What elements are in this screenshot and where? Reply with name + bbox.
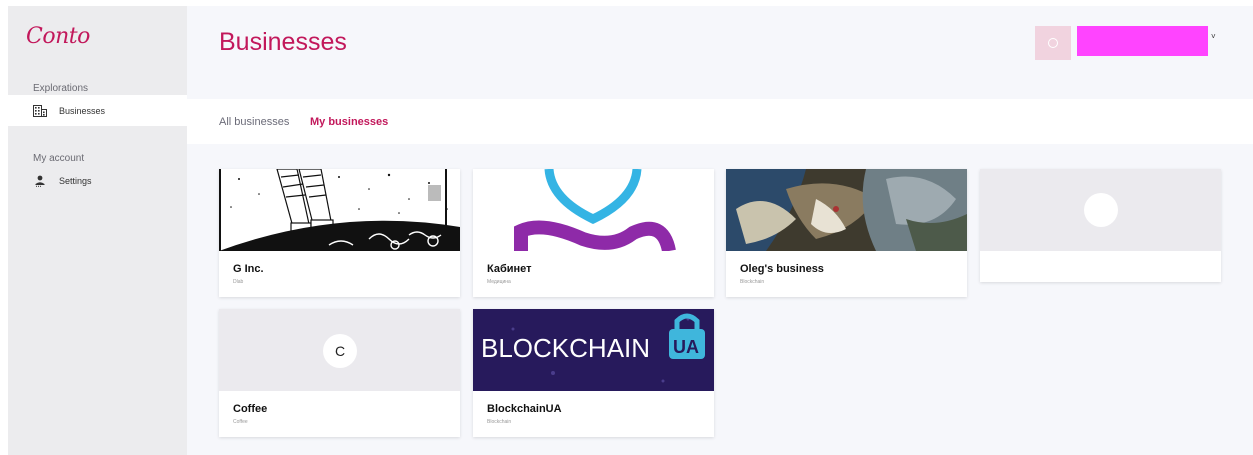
business-card-kabinet[interactable]: Кабинет Медицина xyxy=(473,169,714,297)
logo[interactable]: Conto xyxy=(26,24,90,49)
business-name: Oleg's business xyxy=(740,263,824,275)
person-icon xyxy=(33,175,47,187)
page-title: Businesses xyxy=(219,28,347,56)
business-category: Blockchain xyxy=(487,419,512,425)
business-name: G Inc. xyxy=(233,263,264,275)
business-category: Coffee xyxy=(233,419,248,425)
tabs-bar: All businesses My businesses xyxy=(187,99,1253,144)
business-grid: G Inc. Dlab Кабинет Медицина Oleg's busi… xyxy=(187,144,1253,455)
business-category: Dlab xyxy=(233,279,244,285)
user-name-redacted[interactable] xyxy=(1077,26,1208,56)
business-category: Blockchain xyxy=(740,279,765,285)
purple-logo-thumb xyxy=(473,169,714,251)
letter-avatar: C xyxy=(323,334,357,368)
banner-text: BLOCKCHAIN xyxy=(481,333,650,363)
avatar-ring-icon xyxy=(1048,38,1058,48)
avatar[interactable] xyxy=(1035,26,1071,60)
placeholder-thumb xyxy=(980,169,1221,251)
blockchain-banner-thumb: BLOCKCHAIN UA xyxy=(473,309,714,391)
tab-my-businesses[interactable]: My businesses xyxy=(310,116,388,128)
business-name: Coffee xyxy=(233,403,268,415)
sidebar-item-settings[interactable]: Settings xyxy=(8,165,187,196)
building-icon xyxy=(33,104,47,117)
page-header: Businesses ˅ xyxy=(187,6,1253,99)
sidebar: Conto Explorations Businesses My account xyxy=(8,6,187,455)
sidebar-item-label: Settings xyxy=(59,175,92,186)
business-category: Медицина xyxy=(487,279,511,285)
business-name: Кабинет xyxy=(487,263,532,275)
business-card-coffee[interactable]: C Coffee Coffee xyxy=(219,309,460,437)
letter-thumb: C xyxy=(219,309,460,391)
painting-thumb xyxy=(726,169,967,251)
business-name: BlockchainUA xyxy=(487,403,562,415)
business-card-blockchainua[interactable]: BLOCKCHAIN UA BlockchainUA Blockchain xyxy=(473,309,714,437)
business-card-placeholder[interactable] xyxy=(980,169,1221,282)
rocket-illustration-thumb xyxy=(219,169,460,251)
tab-all-businesses[interactable]: All businesses xyxy=(219,116,289,128)
sidebar-item-businesses[interactable]: Businesses xyxy=(8,95,187,126)
sidebar-section-explorations: Explorations xyxy=(33,83,89,94)
banner-badge: UA xyxy=(673,337,699,357)
chevron-down-icon[interactable]: ˅ xyxy=(1211,32,1216,41)
sidebar-section-my-account: My account xyxy=(33,153,85,164)
business-card-olegs-business[interactable]: Oleg's business Blockchain xyxy=(726,169,967,297)
main-content: Businesses ˅ All businesses My businesse… xyxy=(187,6,1253,455)
app-window: Conto Explorations Businesses My account xyxy=(8,6,1253,455)
placeholder-circle-icon xyxy=(1084,193,1118,227)
sidebar-item-label: Businesses xyxy=(59,105,106,116)
business-card-g-inc[interactable]: G Inc. Dlab xyxy=(219,169,460,297)
